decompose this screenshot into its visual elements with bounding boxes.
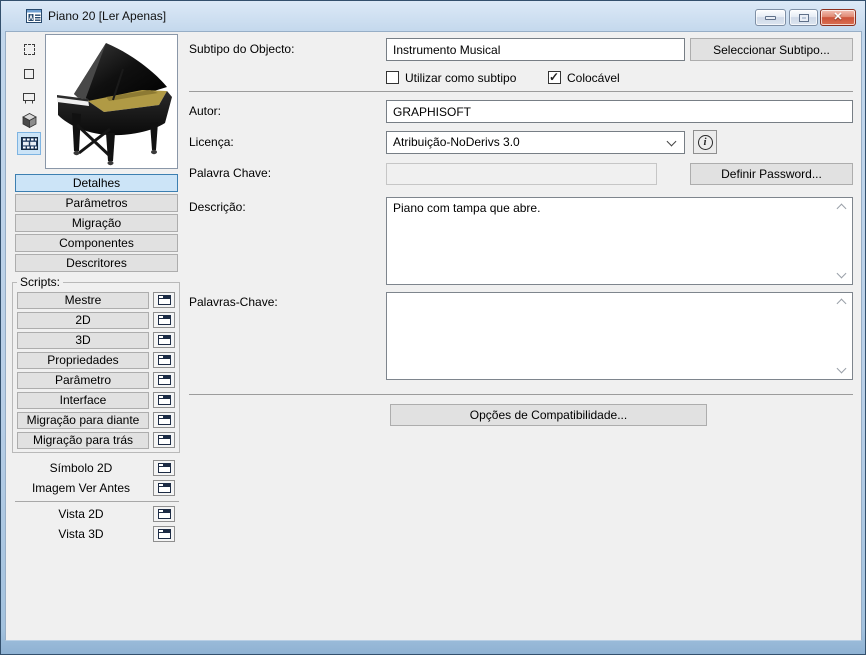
set-password-button[interactable]: Definir Password... — [690, 163, 853, 185]
open-migracao-tras-window-button[interactable] — [153, 432, 175, 448]
info-icon: i — [697, 134, 713, 150]
tab-detalhes[interactable]: Detalhes — [15, 174, 178, 192]
window-icon — [157, 395, 171, 405]
scroll-down-icon[interactable] — [836, 363, 847, 374]
scroll-down-icon[interactable] — [836, 268, 847, 279]
window-icon — [157, 463, 171, 473]
maximize-icon — [798, 13, 809, 22]
open-mestre-window-button[interactable] — [153, 292, 175, 308]
imagem-ver-antes-label: Imagem Ver Antes — [31, 481, 131, 495]
description-label: Descrição: — [189, 200, 246, 214]
script-interface-button[interactable]: Interface — [17, 392, 149, 409]
close-button[interactable]: ✕ — [820, 9, 856, 26]
preview-mode-elevation[interactable] — [17, 86, 41, 109]
window-icon — [157, 435, 171, 445]
preview-mode-symbol-2d[interactable] — [17, 38, 41, 61]
window-icon — [157, 483, 171, 493]
password-field — [386, 163, 657, 185]
preview-mode-3d[interactable] — [17, 109, 41, 132]
window-title: Piano 20 [Ler Apenas] — [48, 9, 167, 23]
open-parametro-window-button[interactable] — [153, 372, 175, 388]
open-interface-window-button[interactable] — [153, 392, 175, 408]
titlebar[interactable]: Piano 20 [Ler Apenas] ✕ — [1, 1, 865, 31]
tab-descritores[interactable]: Descritores — [15, 254, 178, 272]
script-3d-button[interactable]: 3D — [17, 332, 149, 349]
keywords-label: Palavras-Chave: — [189, 295, 278, 309]
preview-mode-picture[interactable] — [17, 132, 41, 155]
window-icon — [157, 315, 171, 325]
maximize-button[interactable] — [789, 9, 818, 26]
keywords-textarea[interactable] — [386, 292, 853, 380]
film-preview-icon — [20, 137, 38, 150]
subtype-label: Subtipo do Objecto: — [189, 42, 295, 56]
scroll-up-icon[interactable] — [836, 298, 847, 309]
scroll-up-icon[interactable] — [836, 203, 847, 214]
license-info-button[interactable]: i — [693, 130, 717, 154]
minimize-icon — [765, 15, 776, 20]
vista-3d-label: Vista 3D — [58, 527, 104, 541]
simbolo-2d-label: Símbolo 2D — [49, 461, 113, 475]
license-select[interactable]: Atribuição-NoDerivs 3.0 — [386, 131, 685, 154]
subtype-field[interactable] — [386, 38, 685, 61]
use-as-subtype-checkbox[interactable] — [386, 71, 399, 84]
sidebar-separator — [15, 501, 179, 502]
window-icon — [157, 335, 171, 345]
open-3d-window-button[interactable] — [153, 332, 175, 348]
window-icon — [157, 529, 171, 539]
script-migracao-tras-button[interactable]: Migração para trás — [17, 432, 149, 449]
placeable-label: Colocável — [567, 71, 620, 85]
script-propriedades-button[interactable]: Propriedades — [17, 352, 149, 369]
tab-migracao[interactable]: Migração — [15, 214, 178, 232]
elevation-view-icon — [23, 92, 35, 103]
license-selected-value: Atribuição-NoDerivs 3.0 — [393, 135, 520, 149]
window-icon — [157, 509, 171, 519]
cube-3d-icon — [21, 113, 37, 129]
window-icon — [157, 415, 171, 425]
compatibility-options-button[interactable]: Opções de Compatibilidade... — [390, 404, 707, 426]
open-simbolo-2d-window-button[interactable] — [153, 460, 175, 476]
gdl-object-icon — [26, 9, 42, 23]
form-separator-1 — [189, 91, 853, 92]
object-editor-window: Piano 20 [Ler Apenas] ✕ Detalhes Parâmet… — [0, 0, 866, 655]
select-subtype-button[interactable]: Seleccionar Subtipo... — [690, 38, 853, 61]
window-icon — [157, 295, 171, 305]
object-preview — [45, 34, 178, 169]
script-migracao-diante-button[interactable]: Migração para diante — [17, 412, 149, 429]
open-2d-window-button[interactable] — [153, 312, 175, 328]
open-vista-3d-window-button[interactable] — [153, 526, 175, 542]
open-propriedades-window-button[interactable] — [153, 352, 175, 368]
form-separator-2 — [189, 394, 853, 395]
symbol-2d-icon — [23, 44, 35, 55]
author-label: Autor: — [189, 104, 222, 118]
scripts-group-label: Scripts: — [17, 275, 64, 289]
vista-2d-label: Vista 2D — [58, 507, 104, 521]
use-as-subtype-label: Utilizar como subtipo — [405, 71, 517, 85]
placeable-checkbox[interactable] — [548, 70, 561, 84]
tab-parametros[interactable]: Parâmetros — [15, 194, 178, 212]
script-parametro-button[interactable]: Parâmetro — [17, 372, 149, 389]
script-2d-button[interactable]: 2D — [17, 312, 149, 329]
minimize-button[interactable] — [755, 9, 786, 26]
open-imagem-ver-antes-window-button[interactable] — [153, 480, 175, 496]
preview-mode-plan[interactable] — [17, 62, 41, 85]
window-icon — [157, 355, 171, 365]
description-textarea[interactable]: Piano com tampa que abre. — [386, 197, 853, 285]
window-icon — [157, 375, 171, 385]
open-vista-2d-window-button[interactable] — [153, 506, 175, 522]
close-icon: ✕ — [833, 11, 843, 23]
plan-view-icon — [24, 68, 34, 79]
author-field[interactable] — [386, 100, 853, 123]
open-migracao-diante-window-button[interactable] — [153, 412, 175, 428]
description-text: Piano com tampa que abre. — [393, 201, 541, 215]
chevron-down-icon — [666, 136, 677, 147]
dialog-client-area: Detalhes Parâmetros Migração Componentes… — [5, 31, 862, 641]
script-mestre-button[interactable]: Mestre — [17, 292, 149, 309]
password-label: Palavra Chave: — [189, 166, 272, 180]
grand-piano-image — [57, 43, 172, 166]
license-label: Licença: — [189, 135, 234, 149]
tab-componentes[interactable]: Componentes — [15, 234, 178, 252]
